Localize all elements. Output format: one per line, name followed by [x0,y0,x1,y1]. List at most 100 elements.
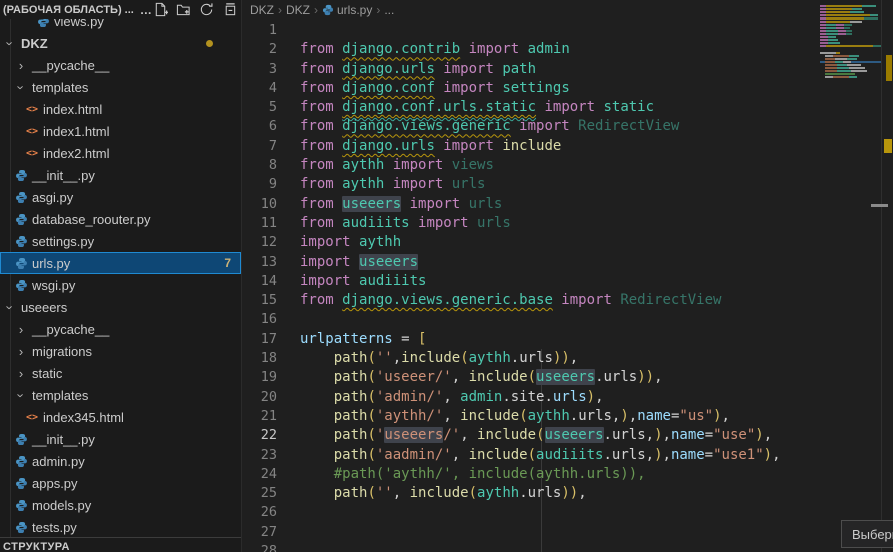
code-line-22[interactable]: 22 path('useeers/', include(useeers.urls… [243,426,893,445]
tree-file-asgi.py[interactable]: asgi.py [0,186,241,208]
minimap[interactable] [820,2,882,202]
breadcrumb-label: DKZ [286,3,310,17]
code-line-26[interactable]: 26 [243,503,893,522]
code-line-23[interactable]: 23 path('aadmin/', include(audiiits.urls… [243,446,893,465]
tree-file-__init__.py[interactable]: __init__.py [0,428,241,450]
tree-file-tests.py[interactable]: tests.py [0,516,241,537]
tree-file-index1.html[interactable]: <>index1.html [0,120,241,142]
tree-file-urls.py[interactable]: urls.py7 [0,252,241,274]
html-icon: <> [24,148,40,159]
code-text: path('aythh/', include(aythh.urls,),name… [277,407,730,426]
code-area[interactable]: 12from django.contrib import admin3from … [243,21,893,552]
code-line-15[interactable]: 15from django.views.generic.base import … [243,291,893,310]
code-line-6[interactable]: 6from django.views.generic import Redire… [243,117,893,136]
breadcrumb-item-DKZ[interactable]: DKZ [286,3,310,17]
line-number: 5 [243,98,277,117]
code-line-5[interactable]: 5from django.conf.urls.static import sta… [243,98,893,117]
tree-file-index2.html[interactable]: <>index2.html [0,142,241,164]
refresh-icon[interactable] [199,2,215,18]
line-number: 12 [243,233,277,252]
python-icon [15,433,28,446]
breadcrumb-item-urlspy[interactable]: urls.py [322,3,372,17]
minimap-row [820,58,882,60]
tree-folder-static[interactable]: ›static [0,362,241,384]
code-line-19[interactable]: 19 path('useeer/', include(useeers.urls)… [243,368,893,387]
code-line-24[interactable]: 24 #path('aythh/', include(aythh.urls)), [243,465,893,484]
minimap-row [820,48,882,50]
code-line-11[interactable]: 11from audiiits import urls [243,214,893,233]
tree-file-wsgi.py[interactable]: wsgi.py [0,274,241,296]
tree-folder-DKZ[interactable]: ›DKZ [0,32,241,54]
tree-file-__init__.py[interactable]: __init__.py [0,164,241,186]
new-file-icon[interactable] [153,2,169,18]
tree-folder-templates[interactable]: ›templates [0,384,241,406]
code-line-28[interactable]: 28 [243,542,893,552]
python-icon [13,191,29,204]
code-text: from useeers import urls [277,195,502,214]
file-label: templates [32,388,88,403]
tree-file-database_roouter.py[interactable]: database_roouter.py [0,208,241,230]
code-text: from django.urls import include [277,137,561,156]
minimap-row [820,42,882,44]
line-number: 24 [243,465,277,484]
minimap-row [820,8,882,10]
code-line-21[interactable]: 21 path('aythh/', include(aythh.urls,),n… [243,407,893,426]
file-label: settings.py [32,234,94,249]
line-number: 11 [243,214,277,233]
code-line-8[interactable]: 8from aythh import views [243,156,893,175]
python-icon [13,169,29,182]
code-line-16[interactable]: 16 [243,310,893,329]
code-line-17[interactable]: 17urlpatterns = [ [243,330,893,349]
code-line-4[interactable]: 4from django.conf import settings [243,79,893,98]
python-icon [15,257,28,270]
code-line-18[interactable]: 18 path('',include(aythh.urls)), [243,349,893,368]
code-line-7[interactable]: 7from django.urls import include [243,137,893,156]
file-label: wsgi.py [32,278,75,293]
python-icon [13,257,29,270]
minimap-row [820,33,882,35]
tree-folder-migrations[interactable]: ›migrations [0,340,241,362]
more-actions-icon[interactable]: … [140,3,153,17]
code-line-10[interactable]: 10from useeers import urls [243,195,893,214]
tree-file-settings.py[interactable]: settings.py [0,230,241,252]
html-icon: <> [24,126,40,137]
minimap-row [820,30,882,32]
code-text: from django.conf.urls.static import stat… [277,98,654,117]
minimap-row [820,73,882,75]
minimap-row [820,86,882,88]
line-number: 9 [243,175,277,194]
code-line-9[interactable]: 9from aythh import urls [243,175,893,194]
tree-file-admin.py[interactable]: admin.py [0,450,241,472]
code-line-20[interactable]: 20 path('admin/', admin.site.urls), [243,388,893,407]
file-label: views.py [54,19,104,29]
python-icon [13,455,29,468]
code-text: import useeers [277,253,418,272]
tree-folder-__pycache__[interactable]: ›__pycache__ [0,318,241,340]
tree-file-models.py[interactable]: models.py [0,494,241,516]
code-text [277,503,300,522]
breadcrumb-item-[interactable]: ... [384,3,394,17]
code-line-25[interactable]: 25 path('', include(aythh.urls)), [243,484,893,503]
new-folder-icon[interactable] [176,2,192,18]
code-line-14[interactable]: 14import audiiits [243,272,893,291]
outline-section-header[interactable]: СТРУКТУРА [0,537,242,552]
tree-folder-templates[interactable]: ›templates [0,76,241,98]
tree-file-views.py[interactable]: views.py [0,19,241,32]
code-line-12[interactable]: 12import aythh [243,233,893,252]
code-line-27[interactable]: 27 [243,523,893,542]
code-line-1[interactable]: 1 [243,21,893,40]
tree-folder-useeers[interactable]: ›useeers [0,296,241,318]
code-text: path('',include(aythh.urls)), [277,349,578,368]
collapse-all-icon[interactable] [222,2,238,18]
file-label: index.html [43,102,102,117]
tree-file-apps.py[interactable]: apps.py [0,472,241,494]
tree-folder-__pycache__[interactable]: ›__pycache__ [0,54,241,76]
code-line-13[interactable]: 13import useeers [243,253,893,272]
code-text: from django.views.generic.base import Re… [277,291,721,310]
breadcrumb-item-DKZ[interactable]: DKZ [250,3,274,17]
tree-file-index345.html[interactable]: <>index345.html [0,406,241,428]
code-line-3[interactable]: 3from django.urls import path [243,60,893,79]
line-number: 15 [243,291,277,310]
tree-file-index.html[interactable]: <>index.html [0,98,241,120]
code-line-2[interactable]: 2from django.contrib import admin [243,40,893,59]
